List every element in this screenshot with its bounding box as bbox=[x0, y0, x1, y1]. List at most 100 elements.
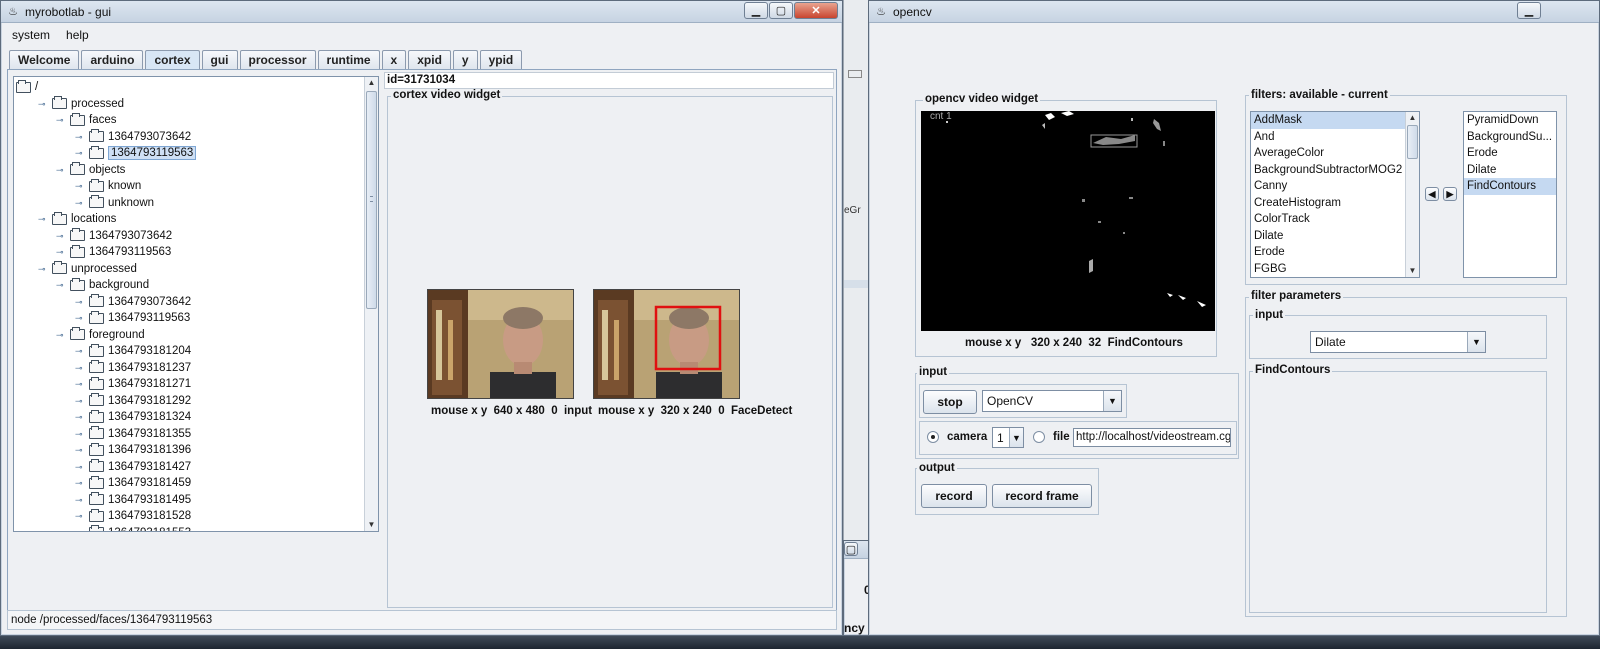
tree-node[interactable]: ⊸ known bbox=[75, 178, 141, 194]
tree-toggle-icon[interactable]: ⊸ bbox=[75, 148, 85, 158]
camera-radio[interactable] bbox=[927, 431, 939, 443]
tab-welcome[interactable]: Welcome bbox=[9, 50, 80, 69]
available-filters-scrollbar[interactable]: ▲ ▼ bbox=[1405, 112, 1419, 277]
available-filter-item[interactable]: ColorTrack bbox=[1251, 211, 1405, 228]
tree-toggle-icon[interactable]: ⊸ bbox=[38, 214, 48, 224]
tree-node[interactable]: ⊸ processed bbox=[38, 96, 124, 112]
menu-help[interactable]: help bbox=[66, 28, 89, 46]
available-filter-item[interactable]: Erode bbox=[1251, 244, 1405, 261]
tree-node[interactable]: ⊸ 1364793181271 bbox=[75, 376, 191, 392]
facedetect-video-frame[interactable] bbox=[593, 289, 740, 399]
tree-toggle-icon[interactable]: ⊸ bbox=[75, 478, 85, 488]
tree-node[interactable]: ⊸ background bbox=[56, 277, 149, 293]
available-filter-item[interactable]: AverageColor bbox=[1251, 145, 1405, 162]
tree-toggle-icon[interactable]: ⊸ bbox=[56, 115, 66, 125]
scroll-up-arrow-icon[interactable]: ▲ bbox=[1406, 112, 1419, 124]
tree-toggle-icon[interactable]: ⊸ bbox=[75, 346, 85, 356]
file-radio[interactable] bbox=[1033, 431, 1045, 443]
tree-toggle-icon[interactable]: ⊸ bbox=[75, 297, 85, 307]
tree-toggle-icon[interactable]: ⊸ bbox=[75, 198, 85, 208]
tab-arduino[interactable]: arduino bbox=[81, 50, 144, 69]
params-input-select[interactable]: Dilate ▼ bbox=[1310, 331, 1486, 353]
tree-toggle-icon[interactable]: ⊸ bbox=[75, 379, 85, 389]
current-filter-item[interactable]: Dilate bbox=[1464, 162, 1556, 179]
tab-y[interactable]: y bbox=[452, 50, 478, 69]
tree-toggle-icon[interactable]: ⊸ bbox=[75, 462, 85, 472]
scroll-down-arrow-icon[interactable]: ▼ bbox=[1406, 265, 1419, 277]
opencv-title-bar[interactable]: ♨ opencv ▁ bbox=[869, 1, 1599, 23]
current-filters-list[interactable]: PyramidDown BackgroundSu... Erode Dilate Fin… bbox=[1463, 111, 1557, 278]
tree-node[interactable]: ⊸ 1364793181553 bbox=[75, 525, 191, 531]
tree-toggle-icon[interactable]: ⊸ bbox=[75, 396, 85, 406]
available-filter-item[interactable]: Dilate bbox=[1251, 228, 1405, 245]
tree-toggle-icon[interactable]: ⊸ bbox=[56, 247, 66, 257]
tree-toggle-icon[interactable]: ⊸ bbox=[75, 445, 85, 455]
memory-tree[interactable]: / ⊸ processed ⊸ faces ⊸ 1364793073642 ⊸ 13647931… bbox=[13, 76, 379, 532]
tree-toggle-icon[interactable]: ⊸ bbox=[75, 528, 85, 532]
stop-button[interactable]: stop bbox=[923, 390, 977, 414]
tab-processor[interactable]: processor bbox=[239, 50, 316, 69]
available-filter-item[interactable]: Canny bbox=[1251, 178, 1405, 195]
record-button[interactable]: record bbox=[921, 484, 987, 508]
tab-xpid[interactable]: xpid bbox=[408, 50, 451, 69]
tree-node[interactable]: ⊸ 1364793119563 bbox=[75, 310, 190, 326]
tree-node[interactable]: ⊸ 1364793181204 bbox=[75, 343, 191, 359]
tree-toggle-icon[interactable]: ⊸ bbox=[75, 363, 85, 373]
tab-gui[interactable]: gui bbox=[201, 50, 238, 69]
tree-node[interactable]: ⊸ objects bbox=[56, 162, 125, 178]
tree-toggle-icon[interactable]: ⊸ bbox=[75, 412, 85, 422]
tree-toggle-icon[interactable]: ⊸ bbox=[56, 330, 66, 340]
record-frame-button[interactable]: record frame bbox=[992, 484, 1092, 508]
available-filter-item[interactable]: And bbox=[1251, 129, 1405, 146]
chevron-down-icon[interactable]: ▼ bbox=[1009, 428, 1023, 447]
close-button[interactable]: ✕ bbox=[794, 2, 838, 19]
tree-toggle-icon[interactable]: ⊸ bbox=[38, 99, 48, 109]
tree-toggle-icon[interactable]: ⊸ bbox=[56, 280, 66, 290]
input-video-frame[interactable] bbox=[427, 289, 574, 399]
maximize-button[interactable]: ▢ bbox=[769, 2, 793, 19]
tree-toggle-icon[interactable]: ⊸ bbox=[75, 495, 85, 505]
scroll-thumb[interactable] bbox=[1407, 125, 1418, 159]
current-filter-item[interactable]: PyramidDown bbox=[1464, 112, 1556, 129]
tab-runtime[interactable]: runtime bbox=[317, 50, 380, 69]
tree-node[interactable]: ⊸ 1364793181495 bbox=[75, 492, 191, 508]
chevron-down-icon[interactable]: ▼ bbox=[1467, 332, 1485, 352]
tree-node[interactable]: / bbox=[16, 79, 38, 95]
scroll-up-arrow-icon[interactable]: ▲ bbox=[365, 77, 378, 89]
tree-node[interactable]: ⊸ unknown bbox=[75, 195, 154, 211]
tree-node[interactable]: ⊸ 1364793119563 bbox=[75, 145, 197, 161]
tree-toggle-icon[interactable]: ⊸ bbox=[75, 132, 85, 142]
tree-node[interactable]: ⊸ unprocessed bbox=[38, 261, 137, 277]
tree-toggle-icon[interactable]: ⊸ bbox=[38, 264, 48, 274]
tree-node[interactable]: ⊸ 1364793181292 bbox=[75, 393, 191, 409]
tree-toggle-icon[interactable]: ⊸ bbox=[75, 429, 85, 439]
current-filter-item[interactable]: BackgroundSu... bbox=[1464, 129, 1556, 146]
id-field[interactable]: id=31731034 bbox=[384, 72, 834, 89]
opencv-minimize-button[interactable]: ▁ bbox=[1517, 2, 1541, 19]
bg-restore-button[interactable]: ▢ bbox=[844, 542, 858, 556]
tree-node[interactable]: ⊸ 1364793073642 bbox=[75, 294, 191, 310]
tree-node[interactable]: ⊸ faces bbox=[56, 112, 117, 128]
tree-node[interactable]: ⊸ 1364793181237 bbox=[75, 360, 191, 376]
remove-filter-arrow-button[interactable]: ◀ bbox=[1425, 187, 1439, 201]
grabber-select[interactable]: OpenCV ▼ bbox=[982, 390, 1122, 412]
scroll-thumb[interactable] bbox=[366, 91, 377, 309]
chevron-down-icon[interactable]: ▼ bbox=[1103, 391, 1121, 411]
available-filter-item[interactable]: CreateHistogram bbox=[1251, 195, 1405, 212]
tab-ypid[interactable]: ypid bbox=[479, 50, 523, 69]
tree-node[interactable]: ⊸ 1364793181396 bbox=[75, 442, 191, 458]
available-filters-list[interactable]: AddMask And AverageColor BackgroundSubtract… bbox=[1250, 111, 1420, 278]
tree-node[interactable]: ⊸ 1364793073642 bbox=[75, 129, 191, 145]
tab-x[interactable]: x bbox=[381, 50, 407, 69]
available-filter-item[interactable]: FGBG bbox=[1251, 261, 1405, 278]
tree-toggle-icon[interactable]: ⊸ bbox=[56, 231, 66, 241]
add-filter-arrow-button[interactable]: ▶ bbox=[1443, 187, 1457, 201]
tree-node[interactable]: ⊸ 1364793073642 bbox=[56, 228, 172, 244]
tree-node[interactable]: ⊸ 1364793119563 bbox=[56, 244, 171, 260]
tree-node[interactable]: ⊸ foreground bbox=[56, 327, 145, 343]
menu-system[interactable]: system bbox=[12, 28, 50, 46]
available-filter-item[interactable]: AddMask bbox=[1251, 112, 1405, 129]
tree-node[interactable]: ⊸ 1364793181427 bbox=[75, 459, 191, 475]
tree-toggle-icon[interactable]: ⊸ bbox=[75, 313, 85, 323]
camera-index-select[interactable]: 1 ▼ bbox=[992, 427, 1024, 448]
